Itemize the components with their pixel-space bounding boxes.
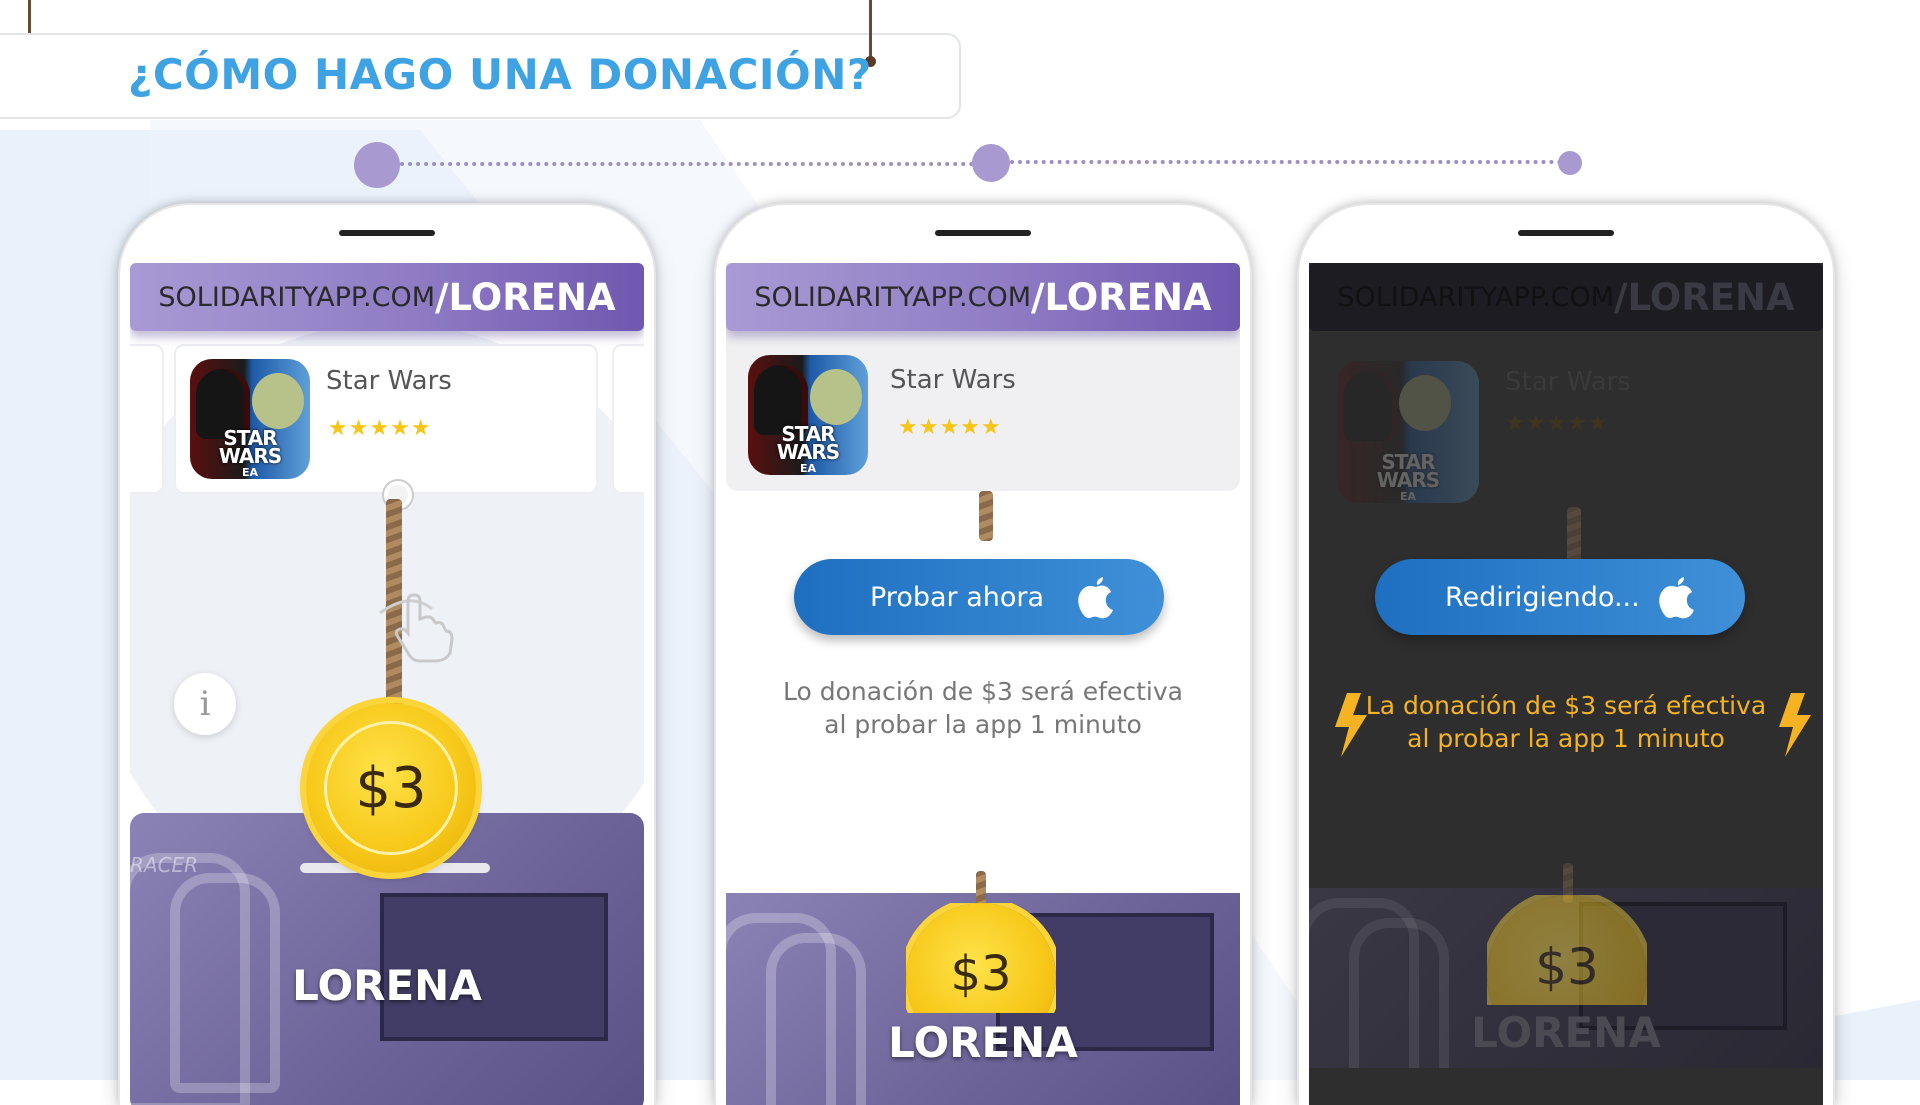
donation-note-line-1: Lo donación de $3 será efectiva bbox=[783, 677, 1183, 706]
apple-icon bbox=[1659, 577, 1694, 619]
url-slug: LORENA bbox=[1627, 275, 1795, 319]
star-wars-app-icon: STAR WARS EA bbox=[190, 359, 310, 479]
app-name: Star Wars bbox=[890, 365, 1016, 395]
url-bar: SOLIDARITYAPP.COM / LORENA bbox=[130, 263, 644, 331]
phone-step-3: SOLIDARITYAPP.COM / LORENA STAR WARS EA Sta… bbox=[1299, 205, 1833, 1105]
url-separator: / bbox=[1614, 275, 1628, 319]
banner-name: LORENA bbox=[888, 1018, 1078, 1067]
url-bar: SOLIDARITYAPP.COM / LORENA bbox=[1309, 263, 1823, 331]
try-now-label: Probar ahora bbox=[870, 581, 1045, 613]
donation-note: La donación de $3 será efectiva al proba… bbox=[1349, 689, 1783, 755]
rating-stars: ★★★★★ bbox=[1505, 411, 1609, 436]
phone-screen: SOLIDARITYAPP.COM / LORENA STAR WARS EA Sta… bbox=[1309, 263, 1823, 1105]
star-wars-app-icon: STAR WARS EA bbox=[1337, 361, 1479, 503]
donation-note: Lo donación de $3 será efectiva al proba… bbox=[726, 675, 1240, 741]
app-card-prev[interactable] bbox=[130, 346, 162, 492]
url-base: SOLIDARITYAPP.COM bbox=[754, 281, 1031, 313]
rope-stub bbox=[979, 491, 993, 541]
step-connector-2 bbox=[1010, 160, 1570, 164]
app-card-next[interactable] bbox=[614, 346, 644, 492]
redirecting-label: Redirigiendo... bbox=[1445, 581, 1640, 613]
app-card[interactable]: STAR WARS EA Star Wars ★★★★★ bbox=[176, 346, 596, 492]
step-dot-3 bbox=[1558, 151, 1582, 175]
hand-pointer-icon bbox=[379, 593, 454, 663]
url-base: SOLIDARITYAPP.COM bbox=[158, 281, 435, 313]
banner-name: LORENA bbox=[1471, 1008, 1661, 1057]
url-bar: SOLIDARITYAPP.COM / LORENA bbox=[726, 263, 1240, 331]
donation-note-line-2: al probar la app 1 minuto bbox=[1407, 724, 1725, 753]
page-title: ¿CÓMO HAGO UNA DONACIÓN? bbox=[128, 50, 872, 99]
banner-name: LORENA bbox=[292, 961, 482, 1010]
app-name: Star Wars bbox=[1505, 367, 1631, 397]
url-slug: LORENA bbox=[1044, 275, 1212, 319]
url-base: SOLIDARITYAPP.COM bbox=[1337, 281, 1614, 313]
url-separator: / bbox=[1031, 275, 1045, 319]
app-name: Star Wars bbox=[326, 366, 452, 396]
coin[interactable]: $3 bbox=[306, 703, 476, 873]
coin-amount: $3 bbox=[950, 946, 1012, 1002]
coin-amount: $3 bbox=[355, 755, 427, 821]
step-dot-2 bbox=[972, 144, 1010, 182]
lightning-icon-right bbox=[1779, 693, 1811, 757]
coin-amount: $3 bbox=[1535, 938, 1599, 996]
donation-note-line-1: La donación de $3 será efectiva bbox=[1365, 691, 1767, 720]
url-slug: LORENA bbox=[448, 275, 616, 319]
phone-screen: SOLIDARITYAPP.COM / LORENA STAR WARS EA Sta… bbox=[726, 263, 1240, 1105]
step-dot-1 bbox=[354, 142, 400, 188]
banner-brand: RACER bbox=[130, 853, 199, 877]
rating-stars: ★★★★★ bbox=[328, 416, 432, 441]
phone-screen: SOLIDARITYAPP.COM / LORENA STAR WARS EA Sta… bbox=[130, 263, 644, 1105]
donation-note-line-2: al probar la app 1 minuto bbox=[824, 710, 1142, 739]
redirecting-button[interactable]: Redirigiendo... bbox=[1375, 559, 1745, 635]
phone-speaker bbox=[935, 230, 1031, 236]
phone-speaker bbox=[339, 230, 435, 236]
url-separator: / bbox=[435, 275, 449, 319]
info-button[interactable]: i bbox=[174, 673, 236, 735]
phone-step-2: SOLIDARITYAPP.COM / LORENA STAR WARS EA Sta… bbox=[716, 205, 1250, 1105]
step-connector-1 bbox=[400, 162, 990, 166]
rope-stub bbox=[1567, 507, 1581, 563]
try-now-button[interactable]: Probar ahora bbox=[794, 559, 1164, 635]
star-wars-app-icon: STAR WARS EA bbox=[748, 355, 868, 475]
apple-icon bbox=[1078, 577, 1113, 619]
rating-stars: ★★★★★ bbox=[898, 415, 1002, 440]
phone-step-1: SOLIDARITYAPP.COM / LORENA STAR WARS EA Sta… bbox=[120, 205, 654, 1105]
phone-speaker bbox=[1518, 230, 1614, 236]
